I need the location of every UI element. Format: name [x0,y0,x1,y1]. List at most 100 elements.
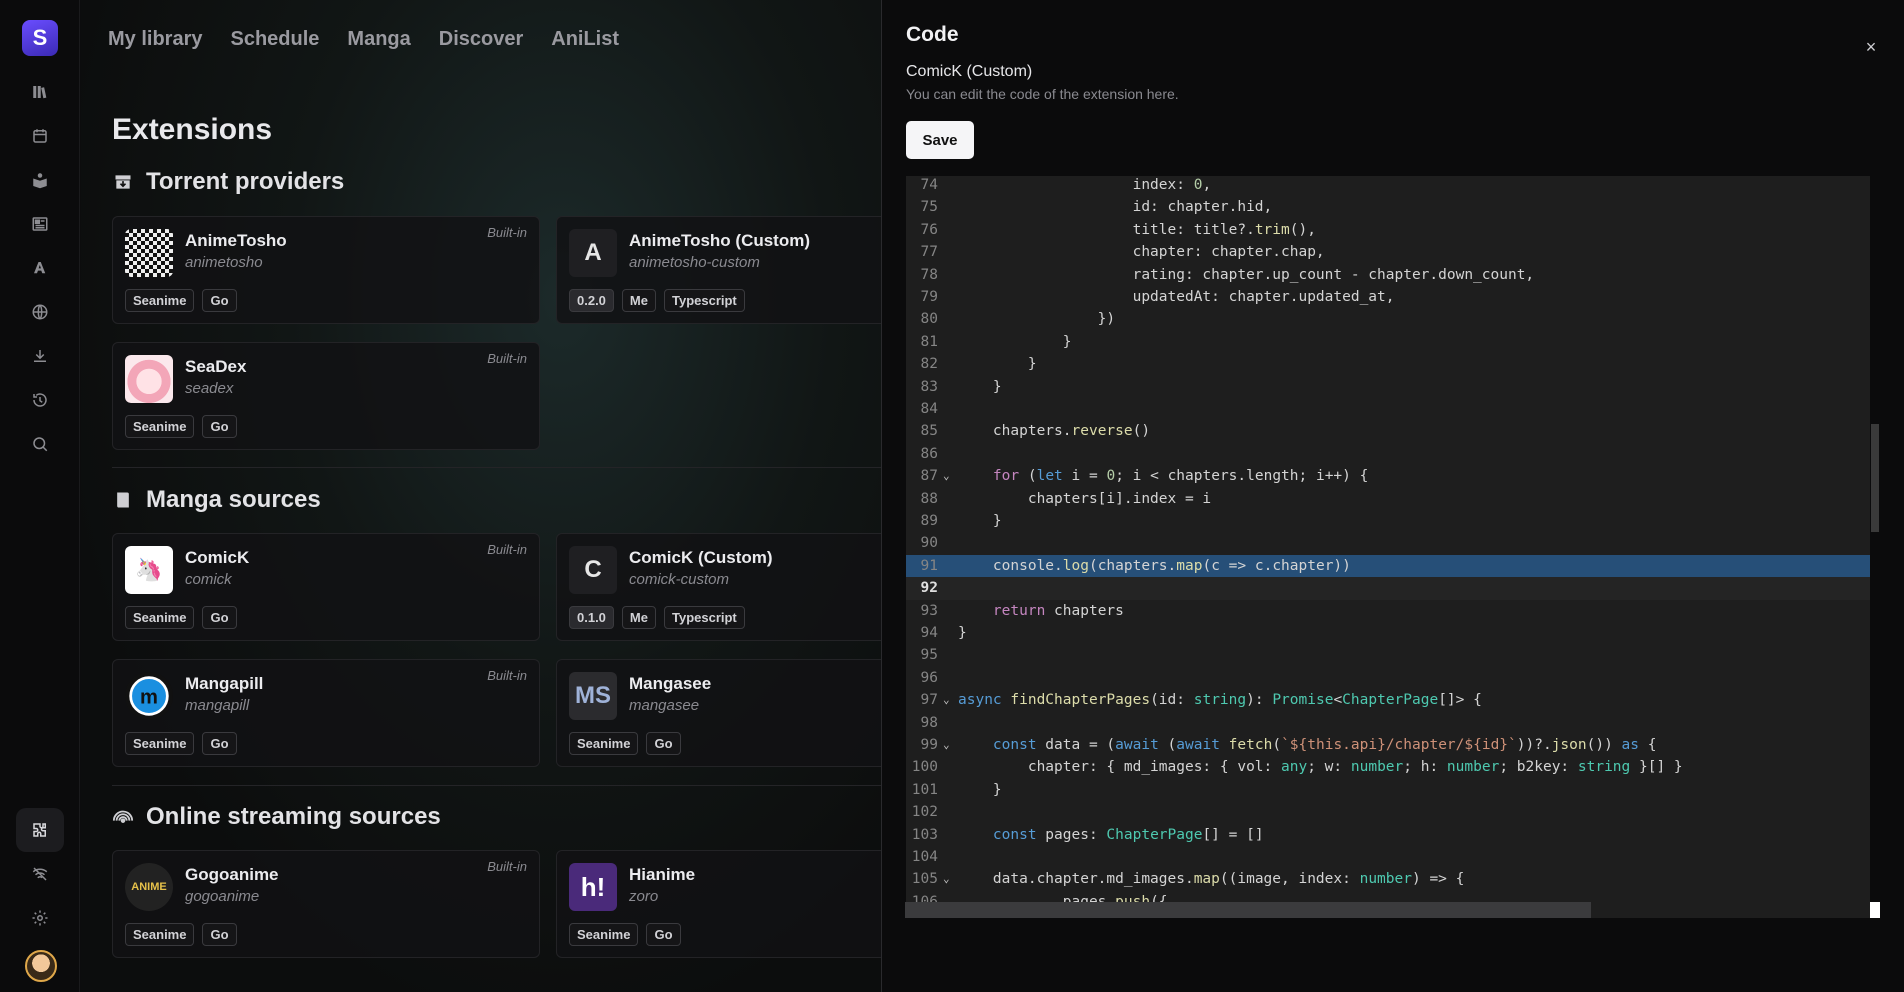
code-editor[interactable]: 74 index: 0, 75 id: chapter.hid, 76 title:… [906,176,1870,918]
manga-icon[interactable] [28,168,52,192]
anilist-icon[interactable] [28,256,52,280]
code-line[interactable]: 98 [906,712,1870,734]
code-line[interactable]: 100 chapter: { md_images: { vol: any; w:… [906,756,1870,778]
settings-icon[interactable] [28,906,52,930]
extensions-icon[interactable] [16,808,64,852]
section-title: Manga sources [146,486,321,513]
extension-card-gogoanime[interactable]: ANIME Gogoanime gogoanime Built-in Seani… [112,850,540,958]
extension-card-hianime[interactable]: h! Hianime zoro Seanime Go [556,850,881,958]
news-icon[interactable] [28,212,52,236]
code-line[interactable]: 77 chapter: chapter.chap, [906,241,1870,263]
code-line[interactable]: 86 [906,443,1870,465]
section-title: Online streaming sources [146,803,441,830]
card-slug: seadex [185,380,234,397]
card-name: Mangasee [629,674,712,693]
line-number: 88 [920,490,938,507]
code-line[interactable]: 83 } [906,376,1870,398]
card-name: SeaDex [185,357,247,376]
code-line[interactable]: 95 [906,644,1870,666]
history-icon[interactable] [28,388,52,412]
tag-badge: Go [646,732,681,755]
nav-discover[interactable]: Discover [439,28,524,51]
code-line[interactable]: 81 } [906,331,1870,353]
line-number: 101 [911,781,938,798]
tag-badge: Seanime [125,606,195,629]
extension-card-animetosho[interactable]: AnimeTosho animetosho Built-in Seanime G… [112,216,540,324]
line-number: 77 [920,244,938,261]
code-line[interactable]: 87 ⌄ for (let i = 0; i < chapters.length;… [906,465,1870,487]
code-text: console.log(chapters.map(c => c.chapter)… [958,557,1351,574]
extension-card-animetosho-custom[interactable]: A AnimeTosho (Custom) animetosho-custom … [556,216,881,324]
tag-badge: Seanime [125,415,195,438]
code-line[interactable]: 75 id: chapter.hid, [906,196,1870,218]
avatar[interactable] [25,950,57,982]
code-line[interactable]: 89 } [906,510,1870,532]
editor-vertical-scrollbar[interactable] [1871,424,1879,532]
code-text: } [958,781,1002,798]
calendar-icon[interactable] [28,124,52,148]
nav-anilist[interactable]: AniList [551,28,619,51]
code-text: index: 0, [958,177,1212,193]
close-icon[interactable]: × [1862,38,1880,56]
extension-card-comick-custom[interactable]: C ComicK (Custom) comick-custom 0.1.0 Me… [556,533,881,641]
code-line[interactable]: 94} [906,622,1870,644]
code-line[interactable]: 99 ⌄ const data = (await (await fetch(`${… [906,734,1870,756]
code-line[interactable]: 78 rating: chapter.up_count - chapter.do… [906,264,1870,286]
fold-chevron-icon[interactable]: ⌄ [943,465,950,487]
fold-chevron-icon[interactable]: ⌄ [943,868,950,890]
editor-horizontal-scrollbar[interactable] [905,902,1591,918]
extension-card-mangasee[interactable]: MS Mangasee mangasee Seanime Go [556,659,881,767]
code-line[interactable]: 103 const pages: ChapterPage[] = [] [906,824,1870,846]
code-text: chapters[i].index = i [958,490,1212,507]
extension-card-seadex[interactable]: SeaDex seadex Built-in Seanime Go [112,342,540,450]
code-line[interactable]: 92 [906,577,1870,600]
drawer-description: You can edit the code of the extension h… [906,86,1179,102]
page-title: Extensions [112,113,273,146]
code-line[interactable]: 85 chapters.reverse() [906,420,1870,442]
code-text: title: title?.trim(), [958,221,1316,238]
code-line[interactable]: 80 }) [906,308,1870,330]
code-line[interactable]: 96 [906,667,1870,689]
builtin-label: Built-in [487,668,527,683]
fold-chevron-icon[interactable]: ⌄ [943,734,950,756]
code-line[interactable]: 84 [906,398,1870,420]
nav-schedule[interactable]: Schedule [230,28,319,51]
extension-card-mangapill[interactable]: m Mangapill mangapill Built-in Seanime G… [112,659,540,767]
search-icon[interactable] [28,432,52,456]
line-number: 94 [920,625,938,641]
fold-chevron-icon[interactable]: ⌄ [943,689,950,711]
library-icon[interactable] [28,80,52,104]
book-icon [112,489,134,511]
code-line[interactable]: 101 } [906,779,1870,801]
download-icon[interactable] [28,344,52,368]
code-text: chapter: chapter.chap, [958,244,1325,261]
tag-badge: Go [202,415,237,438]
nav-my-library[interactable]: My library [108,28,202,51]
code-line[interactable]: 102 [906,801,1870,823]
code-line[interactable]: 79 updatedAt: chapter.updated_at, [906,286,1870,308]
section-streaming-heading: Online streaming sources [112,803,441,831]
card-slug: animetosho [185,254,263,271]
code-line[interactable]: 97 ⌄ async findChapterPages(id: string): P… [906,689,1870,711]
app-logo[interactable]: S [22,20,58,56]
code-line[interactable]: 104 [906,846,1870,868]
tag-badge: Seanime [569,923,639,946]
offline-icon[interactable] [28,862,52,886]
code-line[interactable]: 88 chapters[i].index = i [906,488,1870,510]
code-line[interactable]: 74 index: 0, [906,176,1870,196]
code-text: data.chapter.md_images.map((image, index… [958,871,1465,888]
code-line[interactable]: 93 return chapters [906,600,1870,622]
save-button[interactable]: Save [906,121,974,159]
code-line[interactable]: 91 console.log(chapters.map(c => c.chapt… [906,554,1870,578]
code-text: const pages: ChapterPage[] = [] [992,826,1264,843]
discover-icon[interactable] [28,300,52,324]
tag-badge: Go [202,732,237,755]
nav-manga[interactable]: Manga [347,28,410,51]
code-line[interactable]: 82 } [906,353,1870,375]
code-line[interactable]: 90 [906,532,1870,554]
card-slug: zoro [629,888,659,905]
code-line[interactable]: 76 title: title?.trim(), [906,219,1870,241]
code-line[interactable]: 105 ⌄ data.chapter.md_images.map((image, … [906,868,1870,890]
tag-badge: Go [202,923,237,946]
extension-card-comick[interactable]: 🦄 ComicK comick Built-in Seanime Go [112,533,540,641]
